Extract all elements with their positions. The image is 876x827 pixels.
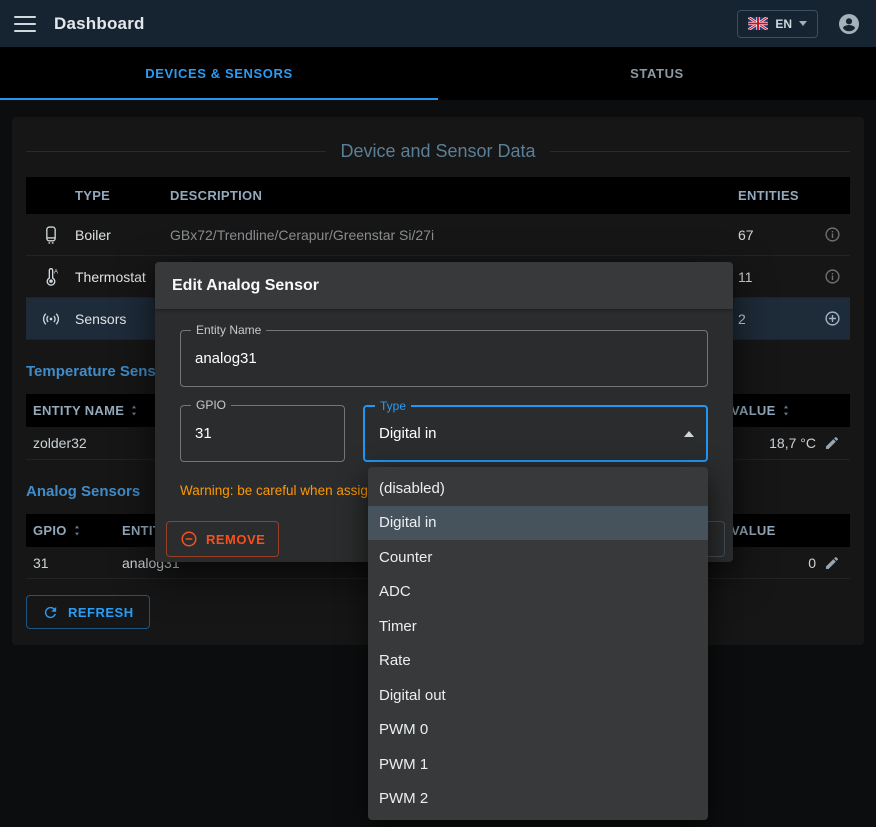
remove-button[interactable]: REMOVE bbox=[166, 521, 279, 557]
entity-name-field[interactable]: Entity Name bbox=[180, 330, 708, 387]
language-selector[interactable]: EN bbox=[737, 10, 818, 38]
type-selected-value: Digital in bbox=[365, 425, 684, 442]
menu-item-digital-out[interactable]: Digital out bbox=[368, 678, 708, 713]
tab-devices-sensors[interactable]: DEVICES & SENSORS bbox=[0, 47, 438, 100]
thermostat-icon: A bbox=[26, 267, 75, 287]
refresh-button[interactable]: REFRESH bbox=[26, 595, 150, 629]
type-dropdown-menu: (disabled) Digital in Counter ADC Timer … bbox=[368, 467, 708, 820]
col-value[interactable]: VALUE bbox=[724, 403, 822, 418]
menu-item-rate[interactable]: Rate bbox=[368, 644, 708, 679]
page-title-text: Device and Sensor Data bbox=[340, 141, 535, 162]
boiler-icon bbox=[26, 225, 75, 245]
menu-item-timer[interactable]: Timer bbox=[368, 609, 708, 644]
remove-circle-icon bbox=[180, 530, 198, 548]
device-entities: 11 bbox=[733, 269, 822, 285]
language-label: EN bbox=[775, 17, 792, 31]
sort-icon bbox=[129, 403, 139, 418]
type-select[interactable]: Type Digital in bbox=[363, 405, 708, 462]
uk-flag-icon bbox=[748, 17, 768, 30]
tab-label: STATUS bbox=[630, 66, 684, 81]
sensor-value: 0 bbox=[724, 555, 822, 571]
sensors-icon bbox=[26, 309, 75, 329]
page-title: Device and Sensor Data bbox=[26, 139, 850, 163]
device-entities: 67 bbox=[733, 227, 822, 243]
entity-name-input[interactable] bbox=[181, 331, 707, 386]
tab-label: DEVICES & SENSORS bbox=[145, 66, 292, 81]
col-label: VALUE bbox=[731, 403, 776, 418]
menu-icon[interactable] bbox=[14, 16, 36, 32]
menu-item-adc[interactable]: ADC bbox=[368, 575, 708, 610]
type-label: Type bbox=[375, 399, 411, 413]
device-entities: 2 bbox=[733, 311, 822, 327]
table-row-boiler[interactable]: Boiler GBx72/Trendline/Cerapur/Greenstar… bbox=[26, 214, 850, 256]
remove-label: REMOVE bbox=[206, 532, 265, 547]
edit-icon[interactable] bbox=[822, 435, 842, 451]
tab-status[interactable]: STATUS bbox=[438, 47, 876, 100]
account-circle-icon[interactable] bbox=[836, 11, 862, 37]
devices-table-header: TYPE DESCRIPTION ENTITIES bbox=[26, 177, 850, 214]
menu-item-counter[interactable]: Counter bbox=[368, 540, 708, 575]
info-icon[interactable] bbox=[822, 226, 842, 243]
menu-item-pwm2[interactable]: PWM 2 bbox=[368, 782, 708, 817]
sensor-gpio: 31 bbox=[26, 555, 115, 571]
refresh-icon bbox=[42, 604, 59, 621]
app-bar: Dashboard EN bbox=[0, 0, 876, 47]
menu-item-digital-in[interactable]: Digital in bbox=[368, 506, 708, 541]
app-title: Dashboard bbox=[54, 14, 145, 34]
screen: Dashboard EN DEVICES & SENSORS bbox=[0, 0, 876, 827]
menu-item-disabled[interactable]: (disabled) bbox=[368, 471, 708, 506]
dialog-title: Edit Analog Sensor bbox=[155, 262, 733, 309]
device-description: GBx72/Trendline/Cerapur/Greenstar Si/27i bbox=[170, 227, 733, 243]
sort-icon bbox=[781, 403, 791, 418]
device-type: Boiler bbox=[75, 227, 170, 243]
info-icon[interactable] bbox=[822, 268, 842, 285]
menu-item-pwm0[interactable]: PWM 0 bbox=[368, 713, 708, 748]
sort-icon bbox=[72, 523, 82, 538]
col-gpio[interactable]: GPIO bbox=[26, 523, 115, 538]
col-label: VALUE bbox=[731, 523, 776, 538]
col-value[interactable]: VALUE bbox=[724, 523, 822, 538]
edit-icon[interactable] bbox=[822, 555, 842, 571]
caret-down-icon bbox=[799, 21, 807, 26]
col-entities: ENTITIES bbox=[733, 188, 822, 203]
col-description: DESCRIPTION bbox=[170, 188, 733, 203]
menu-item-pwm1[interactable]: PWM 1 bbox=[368, 747, 708, 782]
col-label: ENTITY NAME bbox=[33, 403, 124, 418]
add-circle-icon[interactable] bbox=[822, 310, 842, 327]
col-label: GPIO bbox=[33, 523, 67, 538]
svg-text:A: A bbox=[53, 268, 58, 275]
caret-up-icon bbox=[684, 431, 694, 437]
gpio-label: GPIO bbox=[191, 398, 231, 412]
gpio-field[interactable]: GPIO bbox=[180, 405, 345, 462]
tab-bar: DEVICES & SENSORS STATUS bbox=[0, 47, 876, 100]
field-row: GPIO Type Digital in bbox=[180, 405, 708, 462]
refresh-label: REFRESH bbox=[68, 605, 134, 620]
col-type: TYPE bbox=[75, 188, 170, 203]
sensor-value: 18,7 °C bbox=[724, 435, 822, 451]
gpio-input[interactable] bbox=[181, 406, 344, 461]
entity-name-label: Entity Name bbox=[191, 323, 266, 337]
